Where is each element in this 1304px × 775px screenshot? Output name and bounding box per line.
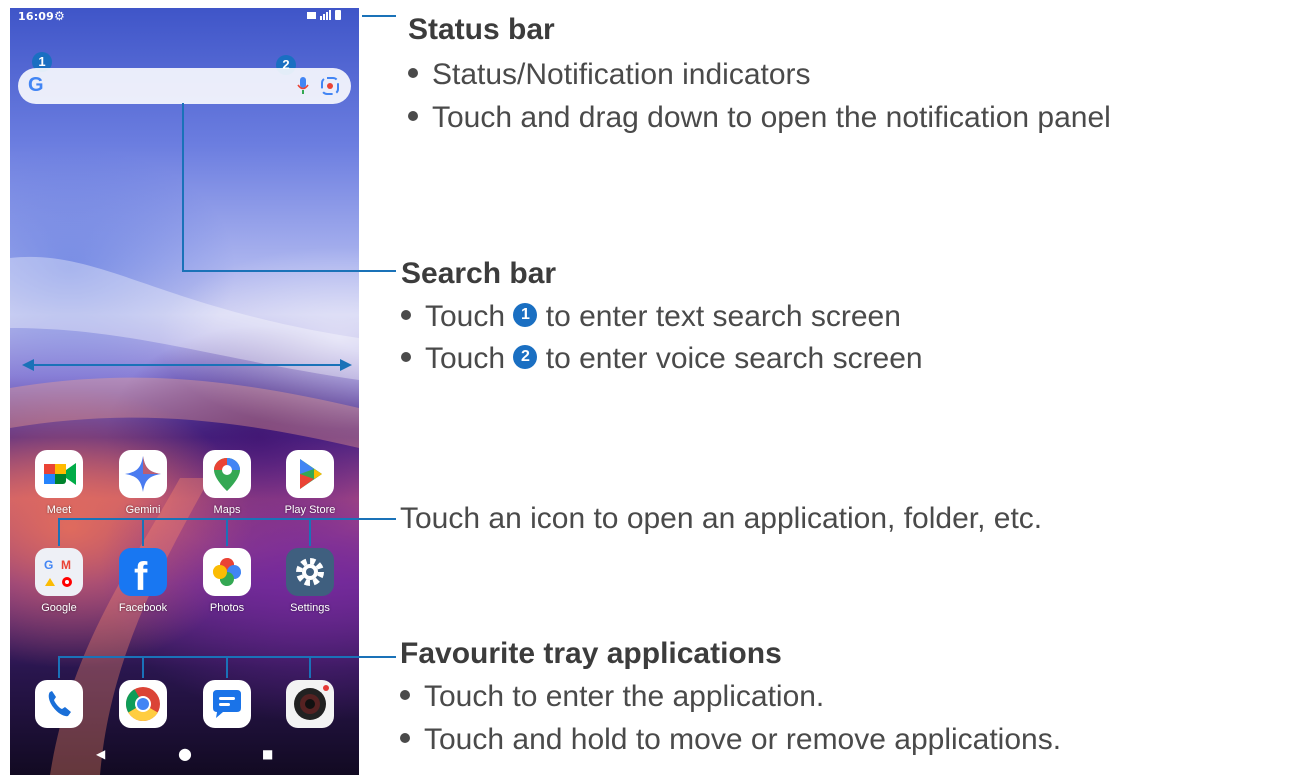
app-label: Facebook: [118, 602, 168, 614]
connector-favourites-drop: [142, 656, 144, 678]
google-g-icon[interactable]: G: [28, 74, 44, 97]
svg-text:G: G: [44, 558, 53, 572]
dock-phone[interactable]: [19, 680, 99, 728]
bullet-text: Touch: [425, 342, 506, 375]
number-one-badge: 1: [513, 303, 538, 328]
app-label: Play Store: [284, 504, 336, 516]
number-two-badge: 2: [513, 345, 538, 370]
connector-apps-drop: [58, 518, 60, 546]
app-label: Maps: [213, 504, 241, 516]
favourites-bullet: Touch and hold to move or remove applica…: [400, 723, 1061, 757]
hd-icon: [307, 12, 316, 19]
phone-screen: 16:09 ⚙ 1 2 G Meet Gemini Maps Play Stor…: [10, 8, 359, 775]
signal-icon: [320, 16, 322, 20]
app-label: Photos: [209, 602, 245, 614]
gemini-icon: [119, 450, 167, 498]
app-settings[interactable]: Settings: [270, 548, 350, 614]
apps-annotation: Touch an icon to open an application, fo…: [400, 502, 1043, 535]
phone-icon: [35, 680, 83, 728]
play-store-icon: [286, 450, 334, 498]
connector-search-vertical: [182, 103, 184, 272]
battery-icon: [335, 10, 341, 20]
meet-icon: [35, 450, 83, 498]
recents-icon[interactable]: ■: [262, 747, 273, 761]
dock-chrome[interactable]: [103, 680, 183, 728]
connector-apps-drop: [309, 518, 311, 546]
search-bar-bullet: Touch 2 to enter voice search screen: [401, 342, 923, 376]
app-meet[interactable]: Meet: [19, 450, 99, 516]
swipe-arrow-icon: [22, 359, 352, 371]
wallpaper-waves: [10, 256, 359, 775]
svg-text:f: f: [134, 555, 148, 596]
connector-apps-drop: [226, 518, 228, 546]
app-label: Google: [41, 602, 77, 614]
camera-icon: [286, 680, 334, 728]
connector-status-bar: [362, 15, 396, 17]
status-bar-bullet: Status/Notification indicators: [408, 58, 811, 92]
search-bar[interactable]: G: [18, 68, 351, 104]
photos-icon: [203, 548, 251, 596]
favourites-bullet: Touch to enter the application.: [400, 680, 824, 714]
svg-text:M: M: [61, 558, 71, 572]
search-bar-heading: Search bar: [401, 257, 557, 290]
google-folder-icon: GM: [35, 548, 83, 596]
bullet-text: to enter voice search screen: [545, 342, 923, 375]
settings-gear-icon: ⚙: [54, 9, 65, 23]
app-maps[interactable]: Maps: [187, 450, 267, 516]
messages-icon: [203, 680, 251, 728]
app-google-folder[interactable]: GM Google: [19, 548, 99, 614]
status-bar-heading: Status bar: [408, 13, 555, 46]
app-label: Meet: [46, 504, 72, 516]
maps-icon: [203, 450, 251, 498]
lens-icon[interactable]: [321, 77, 339, 95]
app-label: Settings: [290, 602, 330, 614]
facebook-icon: f: [119, 548, 167, 596]
connector-favourites-drop: [58, 656, 60, 678]
bullet-text: Touch to enter the application.: [424, 680, 825, 713]
bullet-text: to enter text search screen: [545, 300, 901, 333]
app-facebook[interactable]: f Facebook: [103, 548, 183, 614]
home-icon[interactable]: ●: [178, 744, 192, 763]
back-icon[interactable]: ◀: [96, 747, 105, 761]
connector-search-horizontal: [182, 270, 396, 272]
connector-favourites-drop: [226, 656, 228, 678]
bullet-text: Touch: [425, 300, 506, 333]
chrome-icon: [119, 680, 167, 728]
connector-apps-drop: [142, 518, 144, 546]
status-bar-bullet: Touch and drag down to open the notifica…: [408, 101, 1111, 135]
dock-camera[interactable]: [270, 680, 350, 728]
dock-messages[interactable]: [187, 680, 267, 728]
app-photos[interactable]: Photos: [187, 548, 267, 614]
bullet-text: Touch and hold to move or remove applica…: [424, 723, 1062, 756]
favourites-heading: Favourite tray applications: [400, 637, 782, 670]
search-bar-bullet: Touch 1 to enter text search screen: [401, 300, 901, 334]
status-icons: [307, 10, 341, 20]
bullet-text: Touch and drag down to open the notifica…: [432, 101, 1111, 134]
bullet-text: Status/Notification indicators: [432, 58, 811, 91]
connector-favourites-drop: [309, 656, 311, 678]
settings-icon: [286, 548, 334, 596]
status-time: 16:09: [18, 10, 55, 23]
app-gemini[interactable]: Gemini: [103, 450, 183, 516]
app-label: Gemini: [125, 504, 161, 516]
app-play-store[interactable]: Play Store: [270, 450, 350, 516]
mic-icon[interactable]: [297, 77, 309, 95]
